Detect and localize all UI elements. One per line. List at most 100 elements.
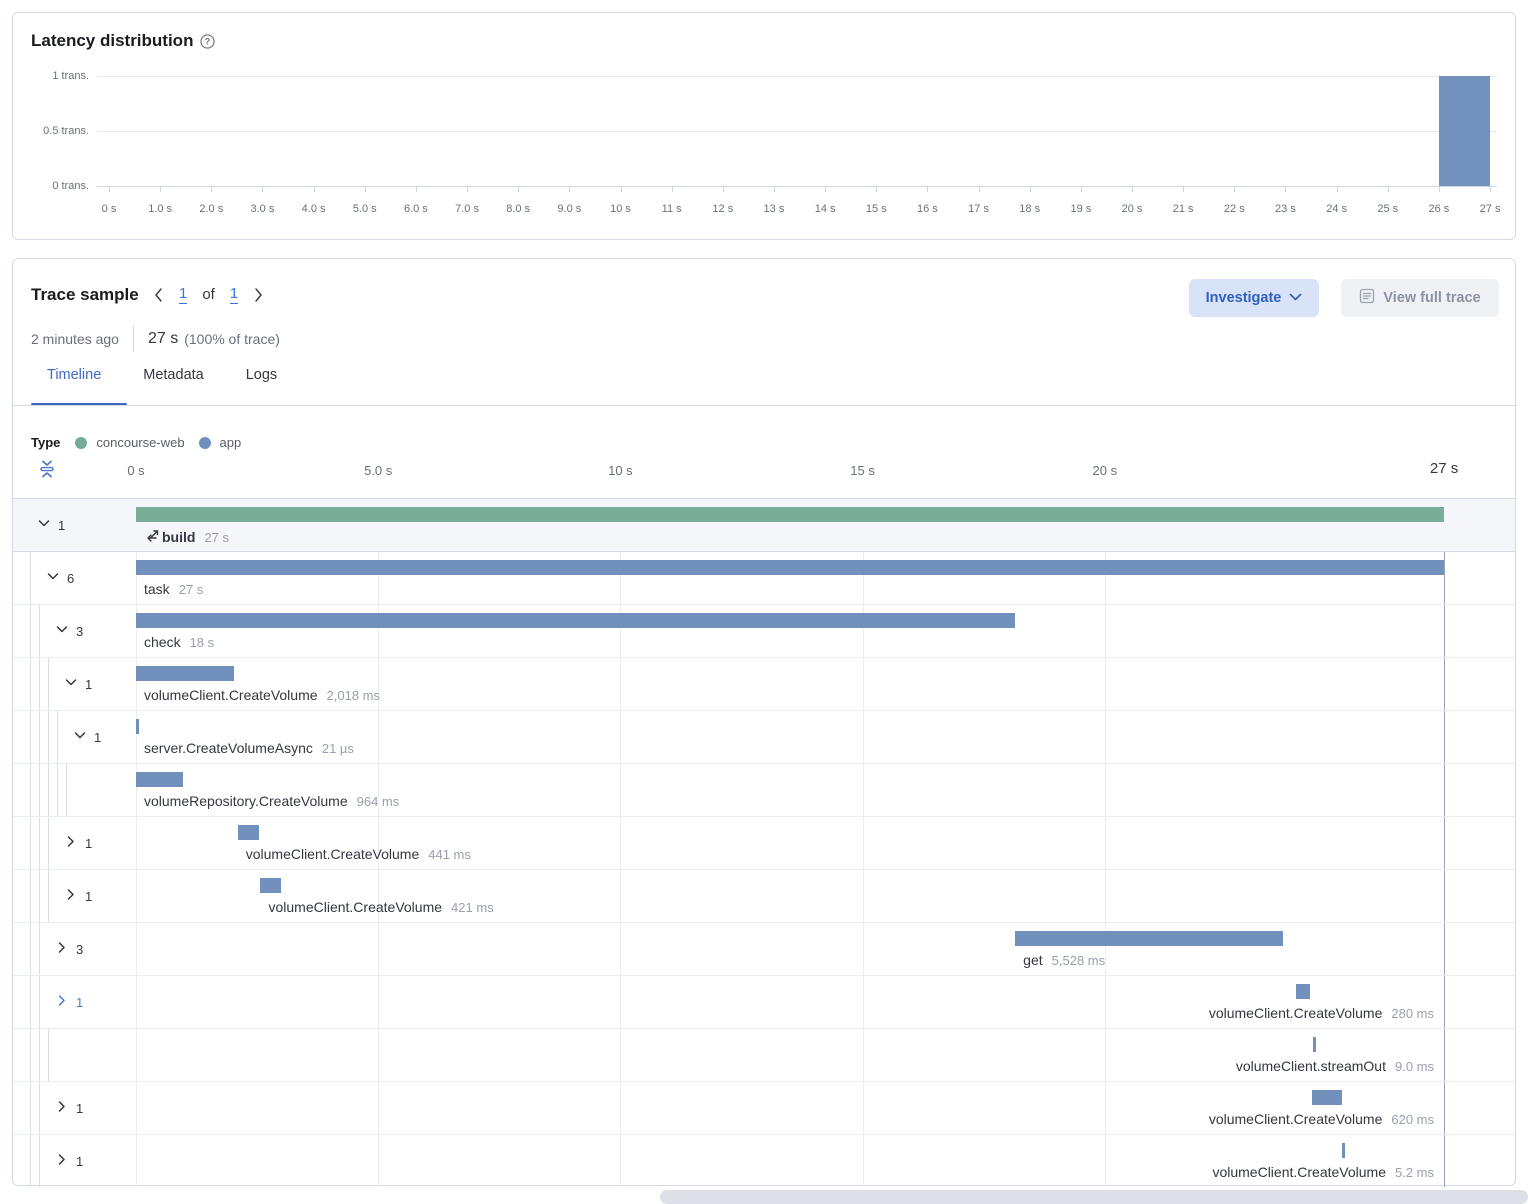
current-page-link[interactable]: 1 [179,286,187,304]
tree-guide-line [30,1135,31,1187]
expand-toggle[interactable]: 1 [73,729,101,745]
span-label: check18 s [144,634,214,650]
latency-x-tick-label: 19 s [1070,203,1091,215]
tab-logs[interactable]: Logs [246,367,277,383]
latency-x-tick [1183,186,1184,192]
latency-x-tick [927,186,928,192]
timeline-tick-label: 15 s [850,463,875,478]
waterfall-row[interactable]: 1 volumeClient.CreateVolume620 ms [13,1082,1515,1135]
latency-x-tick [262,186,263,192]
latency-x-tick [416,186,417,192]
span-bar[interactable] [1296,984,1310,999]
latency-x-tick-label: 25 s [1377,203,1398,215]
waterfall-row[interactable]: 1volumeClient.CreateVolume5.2 ms [13,1135,1515,1187]
latency-x-tick [1081,186,1082,192]
latency-x-tick-label: 12 s [712,203,733,215]
waterfall-row[interactable]: 1volumeClient.CreateVolume441 ms [13,817,1515,870]
span-duration: 620 ms [1391,1112,1434,1127]
document-lines-icon [1359,288,1375,308]
latency-x-tick [518,186,519,192]
waterfall-row[interactable]: 1server.CreateVolumeAsync21 µs [13,711,1515,764]
expand-toggle[interactable]: 1 [55,1100,83,1116]
waterfall-row[interactable]: volumeClient.streamOut9.0 ms [13,1029,1515,1082]
latency-x-axis [97,186,1497,187]
next-trace-icon[interactable] [253,287,264,303]
expand-toggle[interactable]: 3 [55,623,83,639]
span-bar[interactable] [1342,1143,1345,1158]
tab-metadata[interactable]: Metadata [143,367,203,383]
expand-toggle[interactable]: 6 [46,570,74,586]
latency-x-tick-label: 2.0 s [199,203,223,215]
tab-timeline[interactable]: Timeline [47,367,101,383]
tree-guide-line [39,764,40,816]
child-count: 1 [85,677,92,692]
span-bar[interactable] [136,507,1444,522]
expand-toggle[interactable]: 3 [55,941,83,957]
tree-guide-line [30,817,31,869]
waterfall-row[interactable]: 1volumeClient.CreateVolume2,018 ms [13,658,1515,711]
latency-gridline [97,76,1497,77]
span-duration: 21 µs [322,741,354,756]
latency-distribution-panel: Latency distribution ? 1 trans.0.5 trans… [12,12,1516,240]
waterfall-row[interactable]: 1volumeClient.CreateVolume280 ms [13,976,1515,1029]
latency-x-tick-label: 4.0 s [302,203,326,215]
tabs-divider [13,405,1517,406]
latency-x-tick [979,186,980,192]
span-bar[interactable] [136,772,183,787]
expand-toggle[interactable]: 1 [37,517,65,533]
tree-guide-line [57,711,58,763]
latency-x-tick-label: 6.0 s [404,203,428,215]
span-duration: 5,528 ms [1052,953,1105,968]
view-full-trace-label: View full trace [1383,290,1480,306]
collapse-vertical-icon[interactable] [37,459,57,484]
waterfall-row[interactable]: 1volumeClient.CreateVolume421 ms [13,870,1515,923]
chevron-down-icon [1289,290,1302,306]
expand-toggle[interactable]: 1 [55,994,83,1010]
tree-guide-line [39,870,40,922]
horizontal-scrollbar-thumb[interactable] [660,1190,1528,1204]
waterfall-row[interactable]: 1build27 s [13,499,1515,552]
span-bar[interactable] [238,825,259,840]
latency-x-tick-label: 16 s [917,203,938,215]
latency-x-tick [314,186,315,192]
expand-toggle[interactable]: 1 [64,835,92,851]
waterfall-row[interactable]: 6task27 s [13,552,1515,605]
latency-bucket-bar[interactable] [1439,76,1490,186]
latency-x-tick [1285,186,1286,192]
help-icon[interactable]: ? [200,34,215,49]
waterfall-row[interactable]: volumeRepository.CreateVolume964 ms [13,764,1515,817]
span-bar[interactable] [136,719,139,734]
latency-x-tick [723,186,724,192]
span-duration: 18 s [190,635,215,650]
span-bar[interactable] [136,560,1444,575]
waterfall-row[interactable]: 3 get 5,528 ms [13,923,1515,976]
expand-toggle[interactable]: 1 [64,888,92,904]
latency-gridline [97,131,1497,132]
span-bar[interactable] [136,666,234,681]
span-bar[interactable] [260,878,280,893]
expand-toggle[interactable]: 1 [64,676,92,692]
span-duration: 280 ms [1391,1006,1434,1021]
latency-x-tick [160,186,161,192]
tree-guide-line [66,764,67,816]
latency-x-tick [467,186,468,192]
waterfall-row[interactable]: 3 check18 s [13,605,1515,658]
total-page-link[interactable]: 1 [230,286,238,304]
investigate-button[interactable]: Investigate [1189,279,1319,317]
span-bar[interactable] [136,613,1015,628]
expand-toggle[interactable]: 1 [55,1153,83,1169]
span-bar[interactable] [1015,931,1283,946]
waterfall: 1build27 s6task27 s3check18 s1volumeClie… [13,498,1515,1187]
view-full-trace-button[interactable]: View full trace [1341,279,1499,317]
span-name: get [1023,952,1042,968]
span-bar[interactable] [1313,1037,1316,1052]
prev-trace-icon[interactable] [153,287,164,303]
span-label: volumeClient.CreateVolume620 ms [1209,1111,1434,1127]
span-bar[interactable] [1312,1090,1342,1105]
legend-dot-concourse-web [75,437,87,449]
tree-guide-line [48,711,49,763]
latency-panel-title: Latency distribution ? [31,31,215,51]
tree-guide-line [30,711,31,763]
latency-x-tick-label: 13 s [764,203,785,215]
latency-x-tick-label: 22 s [1224,203,1245,215]
